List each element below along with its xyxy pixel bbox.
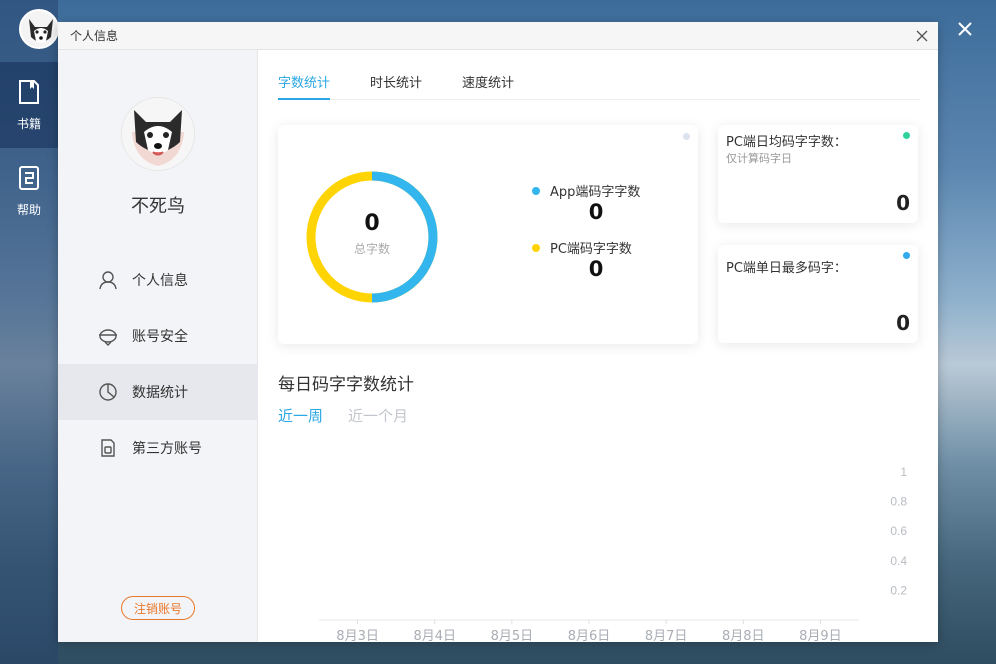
range-last-month[interactable]: 近一个月 <box>348 405 408 426</box>
tab-duration[interactable]: 时长统计 <box>370 50 422 100</box>
y-tick-label: 0.8 <box>890 495 907 509</box>
pc-daily-average-card: PC端日均码字字数： 仅计算码字日 0 <box>718 125 918 223</box>
menu-item-data-stats[interactable]: 数据统计 <box>58 364 258 420</box>
app-rail: 书籍 帮助 <box>0 0 59 664</box>
rail-item-books[interactable]: 书籍 <box>0 62 58 148</box>
profile-avatar[interactable] <box>122 98 194 170</box>
x-tick-label: 8月7日 <box>645 629 688 642</box>
profile-sidebar: 不死鸟 个人信息 账号安全 数据统计 第三方账号 注销账号 <box>58 50 258 642</box>
stat-title: PC端日均码字字数： <box>726 135 847 150</box>
x-tick-label: 8月8日 <box>722 629 765 642</box>
pie-chart-icon <box>99 383 117 401</box>
legend-label: PC端码字字数 <box>550 242 632 257</box>
y-tick-label: 0.2 <box>890 583 907 597</box>
legend-pc: PC端码字字数 <box>532 238 632 257</box>
legend-dot-app <box>532 186 540 195</box>
daily-word-count-chart: 1 0.8 0.6 0.4 0.2 8月3日 8月4日 8月5日 8月6日 8月7日 8月8日 8月9… <box>319 465 907 642</box>
stat-value: 0 <box>896 191 910 215</box>
stat-title: PC端单日最多码字： <box>726 261 847 276</box>
help-icon <box>19 166 39 190</box>
daily-stats-title: 每日码字字数统计 <box>278 375 414 395</box>
range-last-week[interactable]: 近一周 <box>278 405 323 426</box>
menu-item-personal-info[interactable]: 个人信息 <box>58 252 258 308</box>
shield-icon <box>99 329 117 346</box>
profile-name: 不死鸟 <box>131 196 185 217</box>
word-count-card: 0 总字数 App端码字字数 0 PC端码字字数 0 <box>278 125 698 344</box>
menu-item-label: 个人信息 <box>132 273 188 289</box>
stats-main: 字数统计 时长统计 速度统计 0 总字数 App端码字字数 0 PC端码字字数 … <box>259 50 938 642</box>
stats-tabs: 字数统计 时长统计 速度统计 <box>278 50 920 100</box>
personal-info-dialog: 个人信息 不死鸟 个人信息 账号安全 数据统计 第三方账号 注销账号 字数统计 … <box>58 22 938 642</box>
rail-item-help[interactable]: 帮助 <box>0 148 58 234</box>
legend-dot-pc <box>532 243 540 252</box>
pc-daily-max-card: PC端单日最多码字： 0 <box>718 245 918 343</box>
stat-subtitle: 仅计算码字日 <box>726 152 792 165</box>
tab-speed[interactable]: 速度统计 <box>462 50 514 100</box>
x-tick-label: 8月5日 <box>491 629 534 642</box>
dialog-close-icon[interactable] <box>916 30 928 42</box>
user-icon <box>99 271 117 290</box>
menu-item-label: 数据统计 <box>132 385 188 401</box>
menu-item-label: 账号安全 <box>132 329 188 345</box>
app-word-count-value: 0 <box>588 200 604 224</box>
legend-label: App端码字字数 <box>550 185 641 200</box>
card-status-dot <box>683 133 690 140</box>
x-tick-label: 8月3日 <box>336 629 379 642</box>
card-status-dot <box>903 252 910 259</box>
book-icon <box>19 80 39 104</box>
rail-item-label: 书籍 <box>16 117 41 131</box>
x-tick-label: 8月6日 <box>568 629 611 642</box>
y-tick-label: 1 <box>900 465 907 479</box>
dialog-titlebar: 个人信息 <box>58 22 938 50</box>
window-close-icon[interactable] <box>956 20 974 38</box>
y-tick-label: 0.6 <box>890 524 907 538</box>
pc-word-count-value: 0 <box>588 257 604 281</box>
tab-word-count[interactable]: 字数统计 <box>278 50 331 100</box>
total-word-count: 0 <box>364 211 380 236</box>
menu-item-account-security[interactable]: 账号安全 <box>58 308 258 364</box>
y-tick-label: 0.4 <box>890 554 907 568</box>
donut-segment-app <box>371 171 438 303</box>
delete-account-button[interactable]: 注销账号 <box>121 596 195 620</box>
total-word-count-label: 总字数 <box>353 242 390 256</box>
legend-app: App端码字字数 <box>532 181 640 200</box>
dialog-title: 个人信息 <box>70 29 119 43</box>
user-avatar-small[interactable] <box>19 9 59 49</box>
x-tick-label: 8月9日 <box>799 629 842 642</box>
x-tick-label: 8月4日 <box>413 629 456 642</box>
card-status-dot <box>903 132 910 139</box>
word-count-donut <box>306 171 438 303</box>
menu-item-third-party[interactable]: 第三方账号 <box>58 420 258 476</box>
stat-value: 0 <box>896 311 910 335</box>
rail-item-label: 帮助 <box>16 203 41 217</box>
menu-item-label: 第三方账号 <box>132 441 202 457</box>
third-party-icon <box>101 439 115 457</box>
